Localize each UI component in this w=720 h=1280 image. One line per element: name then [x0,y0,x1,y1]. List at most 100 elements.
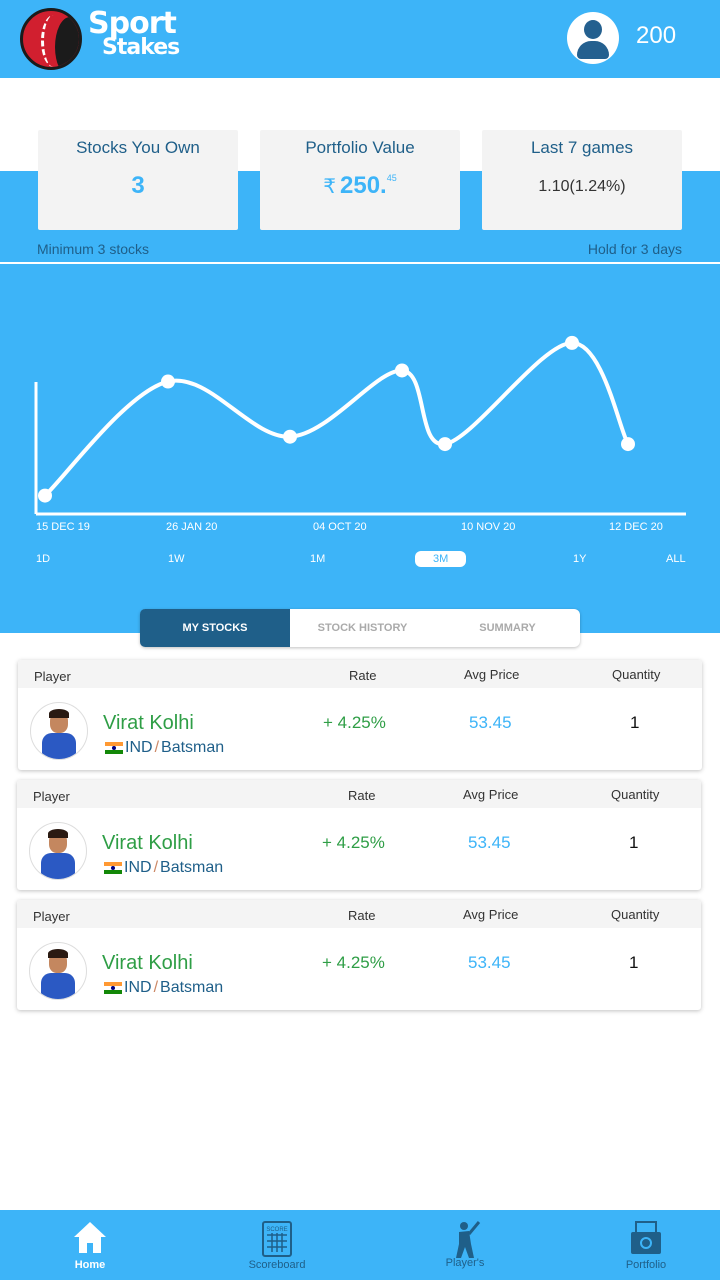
stock-card[interactable]: Player Rate Avg Price Quantity Virat Kol… [17,900,701,1010]
nav-home-label: Home [74,1259,106,1271]
minimum-stocks-note: Minimum 3 stocks [37,241,150,257]
logo-text: Sport Stakes [88,9,180,60]
header-quantity: Quantity [611,907,660,922]
data-point[interactable] [438,437,452,452]
portfolio-value-decimal: 45 [386,173,397,183]
range-3m-button[interactable]: 3M [415,551,467,567]
batsman-icon [456,1221,481,1258]
header-avg-price: Avg Price [464,667,520,682]
range-1m-button[interactable]: 1M [310,553,325,565]
header-quantity: Quantity [611,787,660,802]
nav-scoreboard-label: Scoreboard [248,1259,306,1271]
player-name: Virat Kolhi [102,952,193,974]
cricket-ball-icon [20,8,82,70]
nav-portfolio[interactable]: Portfolio [586,1210,706,1280]
header-quantity: Quantity [612,667,661,682]
scoreboard-icon: SCORE [262,1221,292,1257]
nav-players-label: Player's [445,1257,485,1269]
stock-rate: + 4.25% [322,953,385,972]
header-rate: Rate [348,908,376,923]
india-flag-icon [104,982,122,994]
portfolio-icon [631,1221,661,1254]
range-1d-button[interactable]: 1D [36,553,50,565]
player-avatar [30,702,88,760]
tab-my-stocks[interactable]: MY STOCKS [140,609,290,647]
home-icon [74,1222,106,1253]
player-role: Batsman [161,739,225,756]
x-tick-label: 10 NOV 20 [461,521,516,533]
data-point[interactable] [565,335,579,350]
bottom-navigation: Home SCORE Scoreboard Player's Portfolio [0,1210,720,1280]
last-games-card: Last 7 games 1.10(1.24%) [482,130,682,230]
tab-summary[interactable]: SUMMARY [435,609,580,647]
stock-tabs: MY STOCKS STOCK HISTORY SUMMARY [140,609,580,647]
header-player: Player [33,909,70,924]
player-meta: IND / Batsman [104,859,223,877]
portfolio-chart[interactable] [0,300,720,600]
nav-players[interactable]: Player's [405,1210,525,1280]
card-title: Portfolio Value [305,138,415,157]
stocks-owned-card: Stocks You Own 3 [38,130,238,230]
stock-quantity: 1 [629,953,639,972]
app-logo[interactable]: Sport Stakes [20,8,190,70]
stock-card[interactable]: Player Rate Avg Price Quantity Virat Kol… [18,660,702,770]
player-country: IND [124,859,152,876]
stock-rate: + 4.25% [323,713,386,732]
x-tick-label: 12 DEC 20 [609,521,663,533]
nav-home[interactable]: Home [30,1210,150,1280]
stock-rate: + 4.25% [322,833,385,852]
app-header: Sport Stakes 200 [0,0,720,78]
nav-scoreboard[interactable]: SCORE Scoreboard [217,1210,337,1280]
header-rate: Rate [349,668,377,683]
player-country: IND [124,979,152,996]
data-point[interactable] [621,437,635,452]
profile-avatar-icon[interactable] [567,12,619,64]
x-tick-label: 26 JAN 20 [166,521,218,533]
player-role: Batsman [160,859,224,876]
data-point[interactable] [283,429,297,444]
hold-days-note: Hold for 3 days [587,241,682,257]
portfolio-value-main: 250. [340,172,387,199]
player-meta: IND / Batsman [105,739,224,757]
data-point[interactable] [161,374,175,389]
header-avg-price: Avg Price [463,787,519,802]
series-line [43,340,630,498]
player-meta: IND / Batsman [104,979,223,997]
header-player: Player [34,669,71,684]
x-tick-label: 15 DEC 19 [36,521,90,533]
coin-balance: 200 [636,22,677,49]
stocks-owned-value: 3 [131,172,145,199]
tab-stock-history[interactable]: STOCK HISTORY [290,609,435,647]
stock-avg-price: 53.45 [468,833,511,852]
player-country: IND [125,739,153,756]
header-rate: Rate [348,788,376,803]
india-flag-icon [105,742,123,754]
card-title: Last 7 games [530,138,634,157]
section-divider [0,262,720,264]
header-player: Player [33,789,70,804]
portfolio-value-card: Portfolio Value ₹250.45 [260,130,460,230]
data-point[interactable] [38,488,52,503]
portfolio-value: ₹250.45 [260,172,460,200]
stock-quantity: 1 [629,833,639,852]
header-avg-price: Avg Price [463,907,519,922]
player-avatar [29,822,87,880]
player-role: Batsman [160,979,224,996]
player-name: Virat Kolhi [103,712,194,734]
stock-card[interactable]: Player Rate Avg Price Quantity Virat Kol… [17,780,701,890]
range-1w-button[interactable]: 1W [168,553,185,565]
range-all-button[interactable]: ALL [666,553,686,565]
range-1y-button[interactable]: 1Y [573,553,586,565]
last-games-value: 1.10(1.24%) [538,178,626,195]
rupee-icon: ₹ [323,176,336,198]
stock-avg-price: 53.45 [469,713,512,732]
scoreboard-icon-text: SCORE [266,1227,287,1233]
stock-quantity: 1 [630,713,640,732]
data-point[interactable] [395,363,409,378]
player-avatar [29,942,87,1000]
stock-avg-price: 53.45 [468,953,511,972]
x-tick-label: 04 OCT 20 [313,521,367,533]
india-flag-icon [104,862,122,874]
player-name: Virat Kolhi [102,832,193,854]
logo-line2: Stakes [102,35,180,60]
